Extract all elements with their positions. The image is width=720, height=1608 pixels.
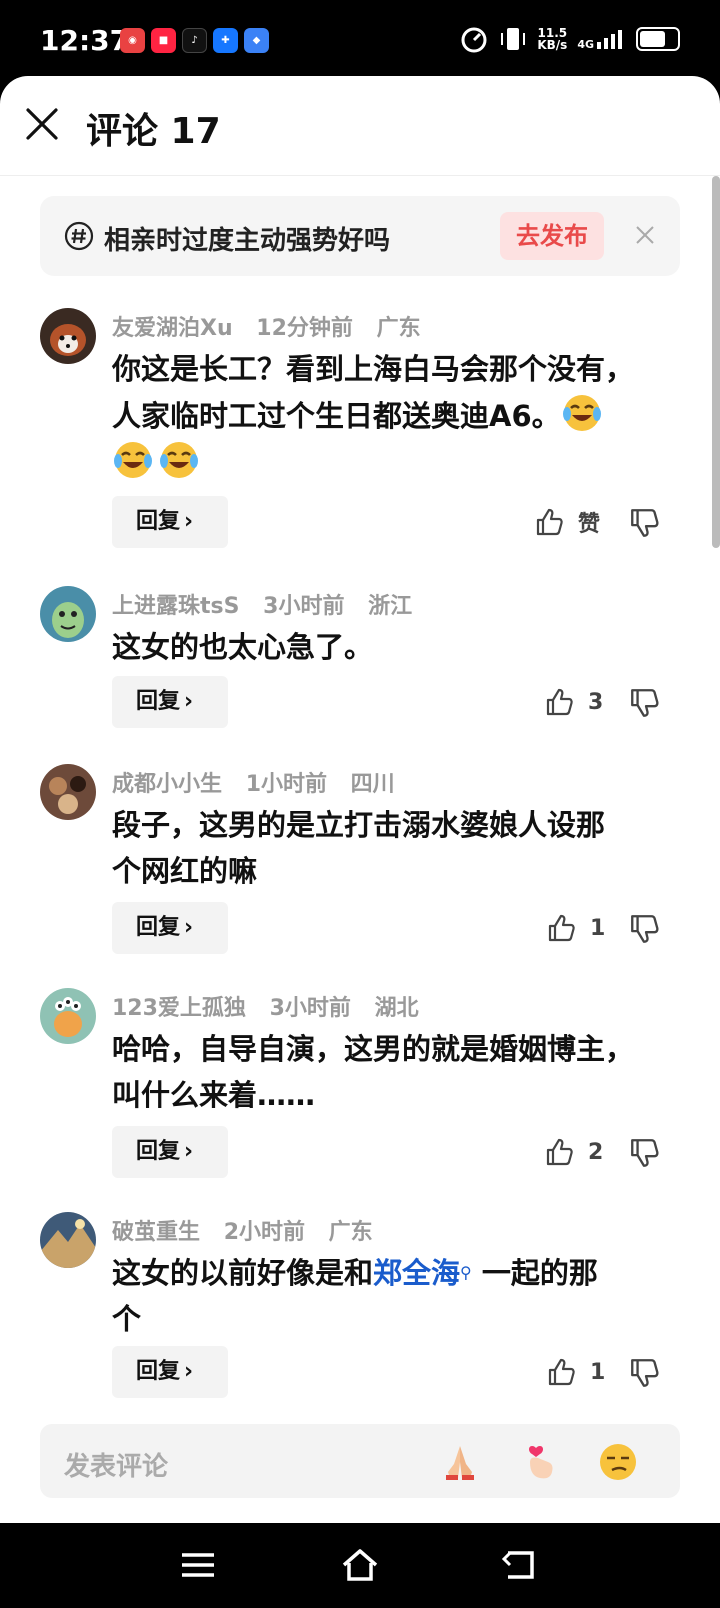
chevron-right-icon: › xyxy=(184,1359,194,1384)
timestamp: 3小时前 xyxy=(263,594,345,619)
timestamp: 1小时前 xyxy=(245,772,327,797)
navigation-bar xyxy=(0,1523,720,1608)
avatar[interactable] xyxy=(40,586,96,642)
reply-button[interactable]: 回复 › xyxy=(112,1346,228,1398)
like-button[interactable]: 3 xyxy=(544,676,634,728)
thumbs-down-icon[interactable] xyxy=(628,1136,662,1170)
comment-text: 这女的以前好像是和郑全海⚲ 一起的那 个 xyxy=(112,1256,598,1336)
like-button[interactable]: 赞 xyxy=(534,496,624,548)
laughing-crying-emoji-icon xyxy=(160,442,198,478)
thumbs-down-icon[interactable] xyxy=(628,686,662,720)
like-button[interactable]: 1 xyxy=(546,1346,636,1398)
comment-item: 上进露珠tsS 3小时前 浙江 这女的也太心急了。 回复 › 3 xyxy=(0,586,720,746)
reply-button[interactable]: 回复 › xyxy=(112,1126,228,1178)
praying-hands-emoji-icon[interactable] xyxy=(440,1442,480,1482)
youku-icon: ◉ xyxy=(120,28,145,53)
username[interactable]: 友爱湖泊Xu xyxy=(112,316,233,341)
signal-icon: 4G xyxy=(577,28,626,50)
smirk-emoji-icon[interactable] xyxy=(598,1442,638,1482)
status-time: 12:37 xyxy=(40,24,130,57)
battery-icon xyxy=(636,27,680,51)
finger-heart-emoji-icon[interactable] xyxy=(520,1442,560,1482)
comment-text: 哈哈，自导自演，这男的就是婚姻博主， 叫什么来着…… xyxy=(112,1032,635,1112)
thumbs-down-icon[interactable] xyxy=(628,912,662,946)
thumbs-up-icon xyxy=(546,1138,573,1166)
thumbs-up-icon xyxy=(536,508,563,536)
close-icon[interactable] xyxy=(24,106,60,142)
comment-item: 破茧重生 2小时前 广东 这女的以前好像是和郑全海⚲ 一起的那 个 回复 › 1 xyxy=(0,1212,720,1412)
thumbs-up-icon xyxy=(548,914,575,942)
hashtag-icon xyxy=(64,221,94,251)
alipay-icon: ✚ xyxy=(213,28,238,53)
comment-input[interactable]: 发表评论 xyxy=(40,1424,680,1498)
comment-meta: 上进露珠tsS 3小时前 浙江 xyxy=(112,588,428,620)
comment-item: 友爱湖泊Xu 12分钟前 广东 你这是长工？看到上海白马会那个没有， 人家临时工… xyxy=(0,308,720,568)
search-icon: ⚲ xyxy=(460,1263,472,1282)
region: 广东 xyxy=(376,316,421,341)
comment-meta: 友爱湖泊Xu 12分钟前 广东 xyxy=(112,310,437,342)
timestamp: 12分钟前 xyxy=(256,316,353,341)
reply-button[interactable]: 回复 › xyxy=(112,496,228,548)
region: 广东 xyxy=(328,1220,373,1245)
menu-icon[interactable] xyxy=(178,1547,218,1583)
comment-input-placeholder: 发表评论 xyxy=(64,1452,169,1482)
thumbs-down-icon[interactable] xyxy=(628,506,662,540)
like-button[interactable]: 2 xyxy=(544,1126,634,1178)
search-link[interactable]: 郑全海 xyxy=(373,1256,460,1290)
back-icon[interactable] xyxy=(500,1547,540,1583)
reply-button[interactable]: 回复 › xyxy=(112,676,228,728)
username[interactable]: 上进露珠tsS xyxy=(112,594,239,619)
username[interactable]: 成都小小生 xyxy=(112,772,222,797)
chevron-right-icon: › xyxy=(184,1139,194,1164)
xiaohongshu-icon: ■ xyxy=(151,28,176,53)
chevron-right-icon: › xyxy=(184,509,194,534)
comment-meta: 123爱上孤独 3小时前 湖北 xyxy=(112,990,435,1022)
comments-sheet: 评论 17 相亲时过度主动强势好吗 去发布 友爱湖泊Xu 12分钟前 广东 你这… xyxy=(0,76,720,1523)
comment-text: 这女的也太心急了。 xyxy=(112,630,374,664)
chevron-right-icon: › xyxy=(184,915,194,940)
vibrate-icon xyxy=(501,28,526,50)
publish-button[interactable]: 去发布 xyxy=(500,212,604,260)
comment-meta: 成都小小生 1小时前 四川 xyxy=(112,766,411,798)
home-icon[interactable] xyxy=(340,1547,380,1583)
thumbs-up-icon xyxy=(548,1358,575,1386)
username[interactable]: 123爱上孤独 xyxy=(112,996,246,1021)
comment-text: 段子，这男的是立打击溺水婆娘人设那 个网红的嘛 xyxy=(112,808,606,888)
close-topic-icon[interactable] xyxy=(634,224,656,246)
notification-icons: ◉ ■ ♪ ✚ ◆ xyxy=(120,28,269,53)
comment-meta: 破茧重生 2小时前 广东 xyxy=(112,1214,389,1246)
comment-item: 123爱上孤独 3小时前 湖北 哈哈，自导自演，这男的就是婚姻博主， 叫什么来着… xyxy=(0,988,720,1188)
chevron-right-icon: › xyxy=(184,689,194,714)
region: 四川 xyxy=(350,772,395,797)
avatar[interactable] xyxy=(40,764,96,820)
comment-text: 你这是长工？看到上海白马会那个没有， 人家临时工过个生日都送奥迪A6。 xyxy=(112,346,672,486)
speedometer-icon xyxy=(461,27,487,53)
avatar[interactable] xyxy=(40,308,96,364)
timestamp: 3小时前 xyxy=(269,996,351,1021)
thumbs-up-icon xyxy=(546,688,573,716)
avatar[interactable] xyxy=(40,1212,96,1268)
topic-text: 相亲时过度主动强势好吗 xyxy=(104,226,391,256)
reply-button[interactable]: 回复 › xyxy=(112,902,228,954)
laughing-crying-emoji-icon xyxy=(114,442,152,478)
status-bar: 12:37 ◉ ■ ♪ ✚ ◆ 11.5 KB/s 4G xyxy=(0,0,720,80)
sheet-header: 评论 17 xyxy=(0,76,720,176)
laughing-crying-emoji-icon xyxy=(562,395,601,431)
region: 湖北 xyxy=(374,996,419,1021)
tiktok-icon: ♪ xyxy=(182,28,207,53)
thumbs-down-icon[interactable] xyxy=(628,1356,662,1390)
timestamp: 2小时前 xyxy=(223,1220,305,1245)
page-title: 评论 17 xyxy=(86,111,221,152)
comment-item: 成都小小生 1小时前 四川 段子，这男的是立打击溺水婆娘人设那 个网红的嘛 回复… xyxy=(0,764,720,964)
like-button[interactable]: 1 xyxy=(546,902,636,954)
username[interactable]: 破茧重生 xyxy=(112,1220,200,1245)
topic-banner[interactable]: 相亲时过度主动强势好吗 去发布 xyxy=(40,196,680,276)
region: 浙江 xyxy=(368,594,413,619)
app-icon: ◆ xyxy=(244,28,269,53)
network-speed: 11.5 KB/s xyxy=(537,26,568,52)
avatar[interactable] xyxy=(40,988,96,1044)
